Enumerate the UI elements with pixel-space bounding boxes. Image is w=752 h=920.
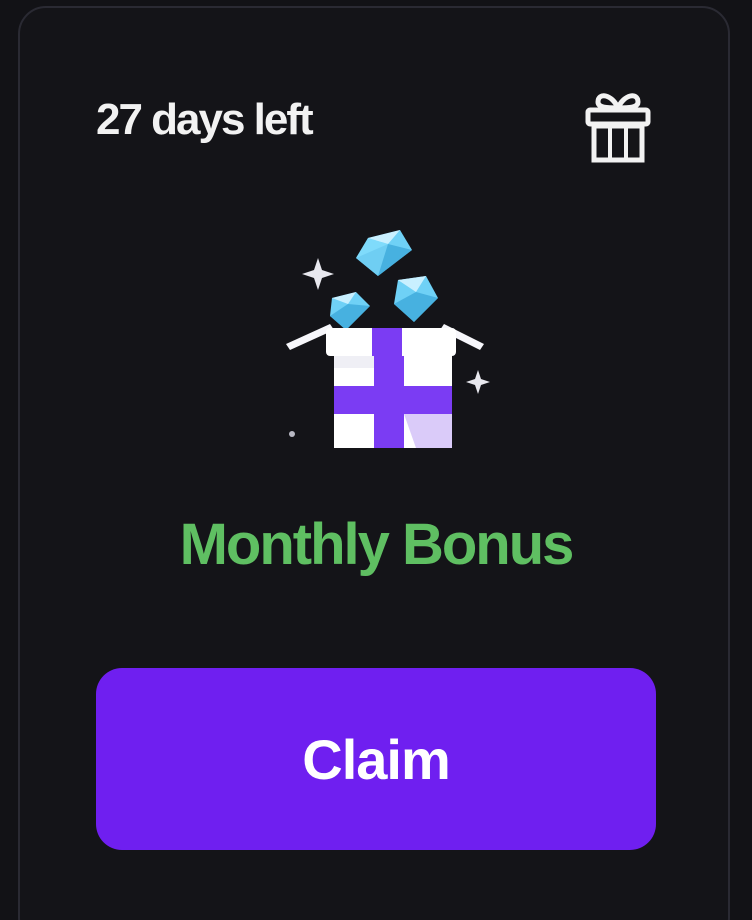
claim-button[interactable]: Claim bbox=[96, 668, 656, 850]
days-left-label: 27 days left bbox=[96, 95, 314, 144]
gift-icon[interactable] bbox=[578, 86, 658, 166]
page: 27 days left Monthly Bonus Claim bbox=[0, 0, 752, 920]
diamond-icon bbox=[356, 230, 412, 276]
gift-box-diamonds-illustration bbox=[260, 218, 510, 458]
sparkle-icon bbox=[302, 258, 334, 290]
sparkle-icon bbox=[466, 370, 490, 394]
gift-outline-icon bbox=[585, 93, 651, 163]
diamond-icon bbox=[394, 276, 438, 322]
diamond-icon bbox=[330, 292, 370, 330]
sparkle-dot-icon bbox=[289, 431, 295, 437]
monthly-bonus-card: 27 days left Monthly Bonus Claim bbox=[18, 6, 730, 920]
monthly-bonus-title: Monthly Bonus bbox=[179, 512, 575, 577]
